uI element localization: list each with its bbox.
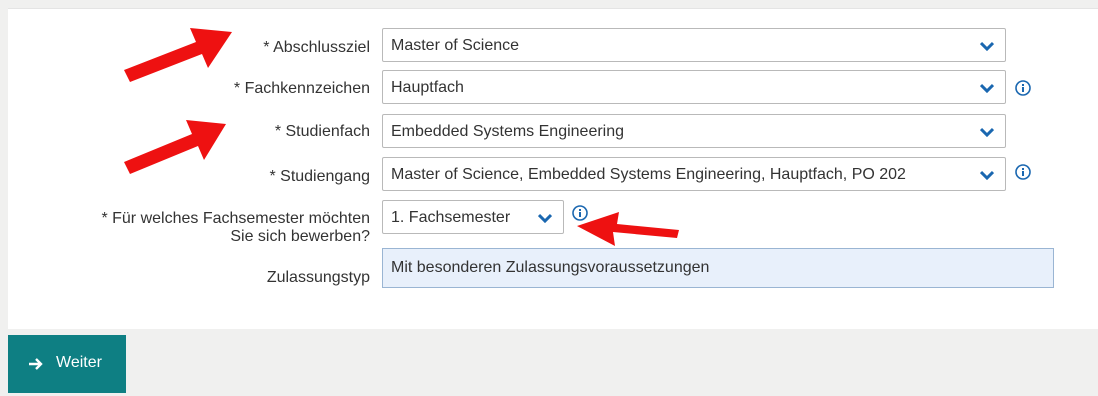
info-icon[interactable]	[1015, 164, 1031, 180]
zulassungstyp-field: Mit besonderen Zulassungsvoraussetzungen	[382, 248, 1054, 288]
weiter-button[interactable]: Weiter	[8, 335, 126, 393]
studienfach-select[interactable]: Embedded Systems Engineering	[382, 114, 1006, 148]
studienfach-label: * Studienfach	[274, 123, 370, 140]
fachsemester-label-line2: Sie sich bewerben?	[230, 228, 370, 245]
fachkennzeichen-label: * Fachkennzeichen	[233, 80, 370, 97]
fachsemester-value: 1. Fachsemester	[391, 209, 511, 226]
zulassungstyp-value: Mit besonderen Zulassungsvoraussetzungen	[391, 259, 710, 276]
fachsemester-label-line1: * Für welches Fachsemester möchten	[101, 210, 370, 227]
fachkennzeichen-value: Hauptfach	[391, 79, 464, 96]
chevron-down-icon	[538, 213, 552, 223]
abschlussziel-select[interactable]: Master of Science	[382, 28, 1006, 62]
studiengang-value: Master of Science, Embedded Systems Engi…	[391, 166, 906, 183]
zulassungstyp-label: Zulassungstyp	[266, 269, 370, 286]
studiengang-label: * Studiengang	[269, 168, 370, 185]
chevron-down-icon	[980, 170, 994, 180]
red-arrow-annotation	[577, 212, 679, 246]
studiengang-select[interactable]: Master of Science, Embedded Systems Engi…	[382, 157, 1006, 191]
abschlussziel-value: Master of Science	[391, 37, 520, 54]
chevron-down-icon	[980, 127, 994, 137]
abschlussziel-label: * Abschlussziel	[263, 39, 370, 56]
fachsemester-select[interactable]: 1. Fachsemester	[382, 200, 564, 234]
weiter-label: Weiter	[56, 354, 102, 371]
fachkennzeichen-select[interactable]: Hauptfach	[382, 70, 1006, 104]
studienfach-value: Embedded Systems Engineering	[391, 123, 625, 140]
info-icon[interactable]	[1015, 80, 1031, 96]
arrow-right-icon	[29, 358, 43, 370]
chevron-down-icon	[980, 41, 994, 51]
chevron-down-icon	[980, 83, 994, 93]
red-arrow-annotation	[124, 120, 226, 174]
red-arrow-annotation	[124, 28, 232, 82]
